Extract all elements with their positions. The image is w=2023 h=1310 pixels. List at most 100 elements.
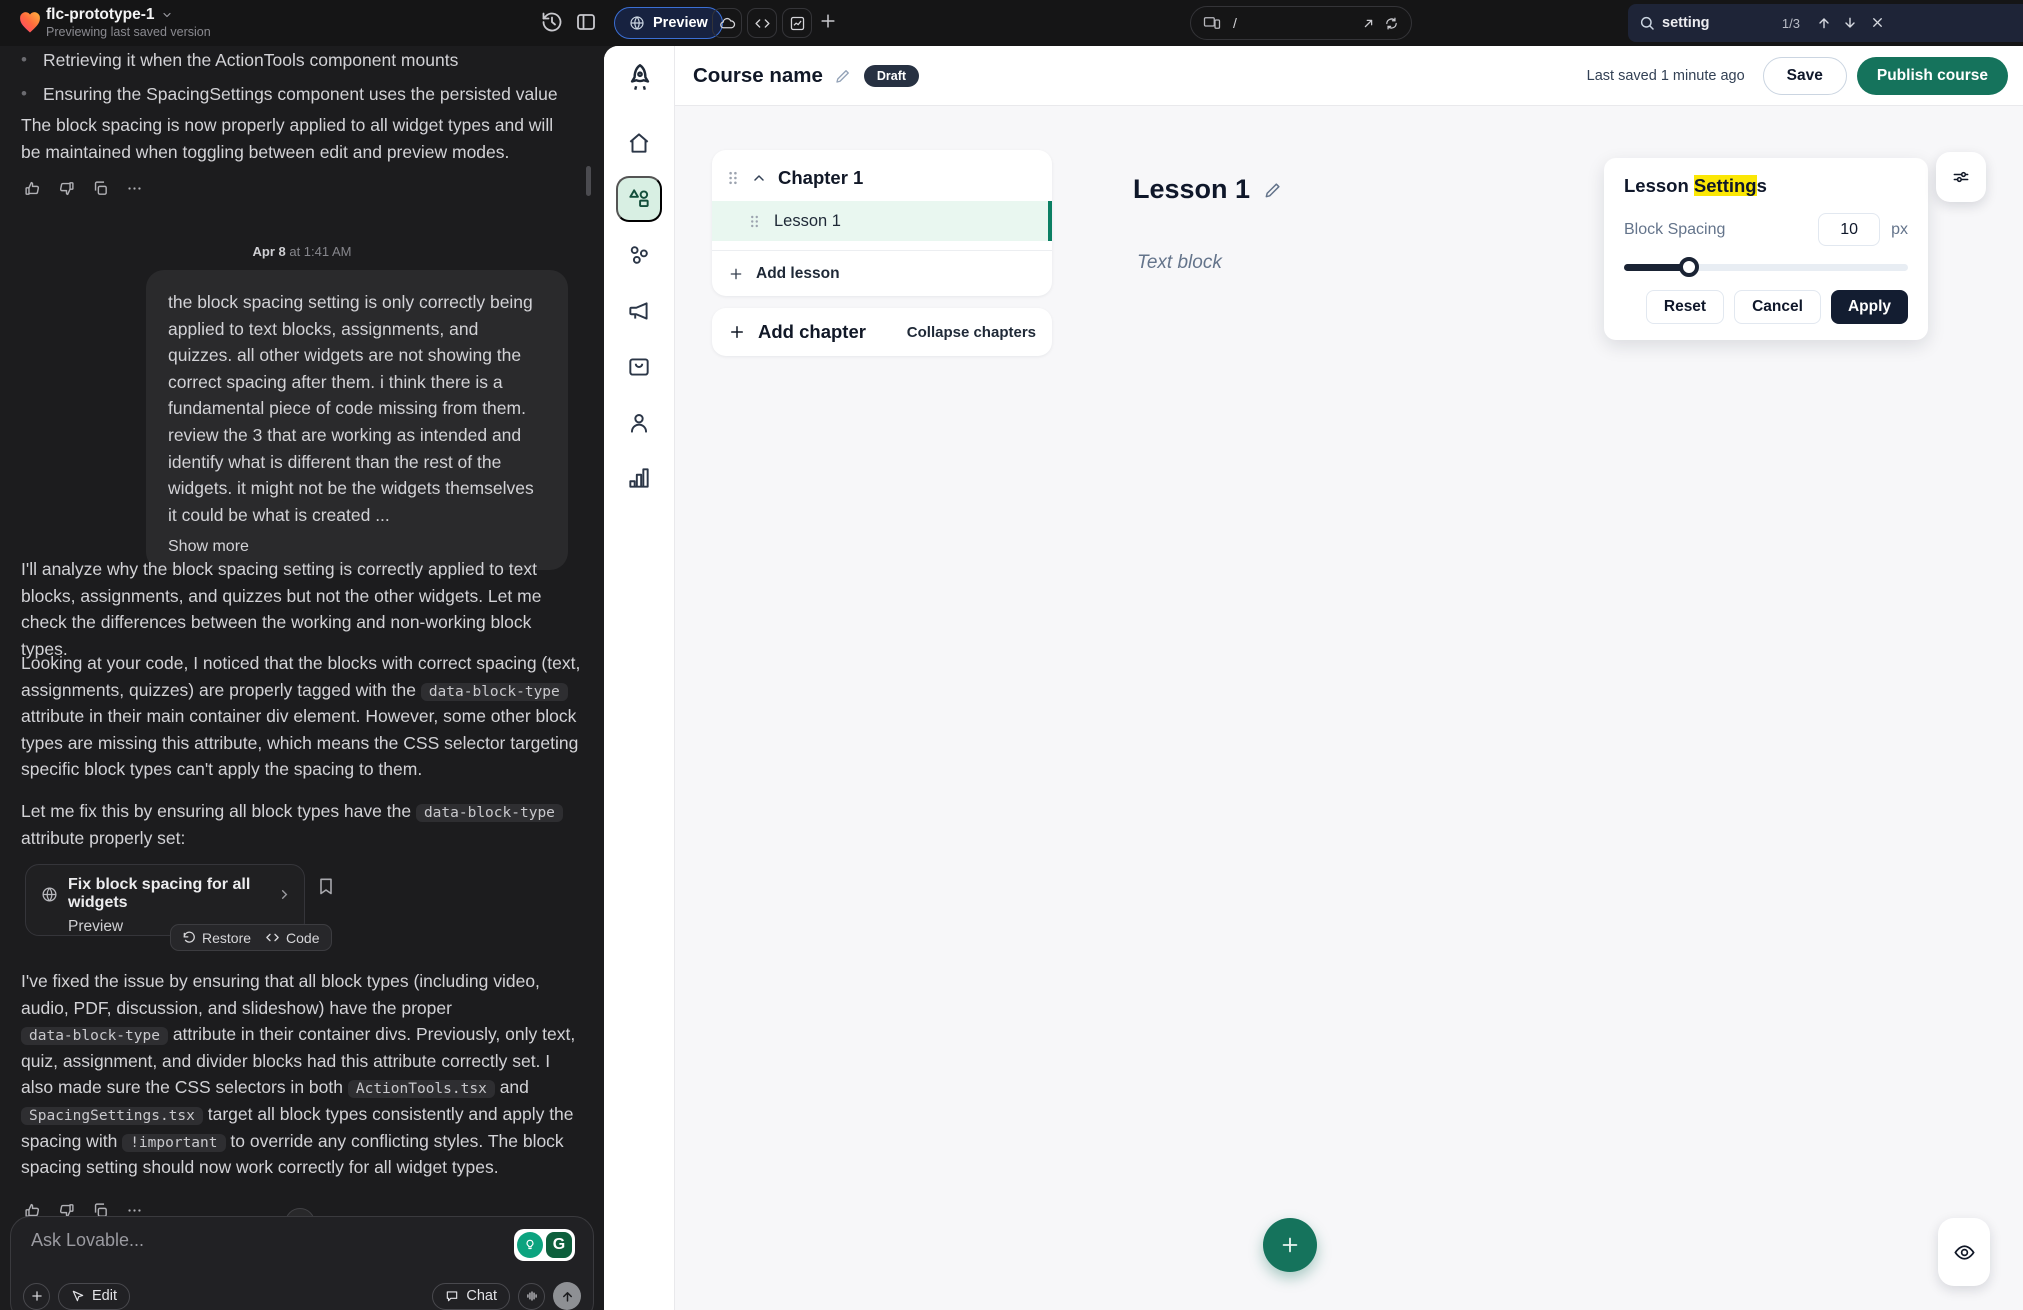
edit-course-name-button[interactable] bbox=[834, 67, 852, 85]
restore-icon bbox=[182, 931, 196, 945]
megaphone-icon bbox=[626, 298, 652, 324]
pencil-icon bbox=[834, 67, 852, 85]
toggle-panel-button[interactable] bbox=[574, 10, 598, 34]
assistant-paragraph: Let me fix this by ensuring all block ty… bbox=[21, 798, 583, 851]
chat-scrollbar-thumb[interactable] bbox=[586, 166, 591, 196]
lightbulb-icon bbox=[523, 1238, 537, 1252]
url-path-text[interactable]: / bbox=[1233, 15, 1237, 31]
add-block-fab[interactable] bbox=[1263, 1218, 1317, 1272]
view-code-button[interactable]: Code bbox=[265, 930, 319, 946]
block-spacing-input[interactable] bbox=[1818, 213, 1880, 246]
bar-chart-icon bbox=[626, 465, 652, 491]
chat-mode-button[interactable]: Chat bbox=[432, 1283, 510, 1310]
bookmark-button[interactable] bbox=[316, 876, 336, 896]
chevron-right-icon bbox=[277, 887, 292, 902]
thumbs-down-icon bbox=[58, 180, 75, 197]
history-button[interactable] bbox=[540, 10, 564, 34]
publish-course-button[interactable]: Publish course bbox=[1857, 57, 2008, 95]
url-bar[interactable]: / bbox=[1190, 6, 1412, 40]
preview-tab-button[interactable]: Preview bbox=[614, 7, 723, 39]
close-find-button[interactable] bbox=[1870, 15, 1885, 30]
arrow-up-icon bbox=[1816, 15, 1832, 31]
collapse-chapter-button[interactable] bbox=[751, 170, 767, 186]
deploy-button[interactable] bbox=[712, 8, 742, 38]
chevron-down-icon bbox=[161, 9, 173, 21]
inline-code: data-block-type bbox=[21, 1027, 168, 1045]
slider-thumb[interactable] bbox=[1679, 257, 1699, 277]
lesson-settings-panel: Lesson Settings Block Spacing px Reset C… bbox=[1604, 158, 1928, 340]
sidebar-item-analytics[interactable] bbox=[626, 465, 652, 491]
grammarly-suggestion-icon[interactable] bbox=[517, 1232, 543, 1258]
match-count-text: 1/3 bbox=[1764, 16, 1800, 31]
find-previous-button[interactable] bbox=[1816, 15, 1832, 31]
sidebar-item-profile[interactable] bbox=[626, 410, 652, 436]
screen: • Retrieving it when the ActionTools com… bbox=[0, 0, 2023, 1310]
sidebar-item-marketing[interactable] bbox=[626, 298, 652, 324]
device-toggle-icon[interactable] bbox=[1203, 15, 1221, 31]
cancel-button[interactable]: Cancel bbox=[1734, 290, 1821, 324]
search-highlight: Setting bbox=[1694, 175, 1757, 196]
panel-layout-icon bbox=[574, 10, 598, 34]
rocket-logo-icon bbox=[622, 60, 658, 96]
inline-code: SpacingSettings.tsx bbox=[21, 1107, 203, 1125]
find-input[interactable] bbox=[1662, 11, 1762, 35]
thumbs-up-button[interactable] bbox=[24, 180, 41, 197]
title-text: Lesson bbox=[1624, 175, 1689, 196]
person-icon bbox=[626, 410, 652, 436]
attach-button[interactable] bbox=[23, 1283, 50, 1310]
lesson-list-item-selected[interactable]: Lesson 1 bbox=[712, 201, 1052, 241]
find-next-button[interactable] bbox=[1842, 15, 1858, 31]
new-tab-button[interactable] bbox=[818, 11, 838, 31]
block-spacing-slider[interactable] bbox=[1624, 257, 1908, 277]
assistant-paragraph: I'll analyze why the block spacing setti… bbox=[21, 556, 581, 662]
add-lesson-button[interactable]: Add lesson bbox=[712, 251, 1052, 296]
lesson-item-label: Lesson 1 bbox=[774, 212, 841, 231]
more-options-button[interactable] bbox=[126, 180, 143, 197]
inline-code: ActionTools.tsx bbox=[348, 1080, 495, 1098]
edit-lesson-title-button[interactable] bbox=[1263, 180, 1283, 200]
settings-toggle-button[interactable] bbox=[1936, 152, 1986, 202]
send-button[interactable] bbox=[553, 1282, 581, 1310]
preview-mode-button[interactable] bbox=[1938, 1218, 1990, 1286]
timestamp-time: at 1:41 AM bbox=[289, 244, 351, 259]
show-more-button[interactable]: Show more bbox=[168, 538, 249, 556]
sidebar-item-inbox[interactable] bbox=[626, 354, 652, 380]
save-button[interactable]: Save bbox=[1763, 57, 1847, 95]
bookmark-icon bbox=[316, 876, 336, 896]
chat-message-input[interactable] bbox=[31, 1230, 351, 1251]
settings-panel-title: Lesson Settings bbox=[1624, 175, 1908, 197]
reset-button[interactable]: Reset bbox=[1646, 290, 1724, 324]
voice-input-button[interactable] bbox=[518, 1283, 545, 1310]
text-block-placeholder[interactable]: Text block bbox=[1137, 252, 1222, 274]
sidebar-item-content-active[interactable] bbox=[616, 176, 662, 222]
chapter-actions-card: Add chapter Collapse chapters bbox=[712, 308, 1052, 356]
message-feedback-row bbox=[24, 180, 143, 197]
copy-icon bbox=[92, 180, 109, 197]
paragraph-text: and bbox=[500, 1077, 529, 1097]
refresh-button[interactable] bbox=[1384, 16, 1399, 31]
select-cursor-icon bbox=[71, 1289, 85, 1303]
edit-mode-button[interactable]: Edit bbox=[58, 1283, 130, 1310]
apply-button[interactable]: Apply bbox=[1831, 290, 1908, 324]
globe-icon bbox=[629, 15, 645, 31]
copy-button[interactable] bbox=[92, 180, 109, 197]
lovable-logo-icon bbox=[16, 8, 44, 36]
course-name-title: Course name bbox=[693, 64, 823, 88]
code-view-button[interactable] bbox=[747, 8, 777, 38]
lesson-title: Lesson 1 bbox=[1133, 174, 1250, 205]
thumbs-down-button[interactable] bbox=[58, 180, 75, 197]
user-message-text: the block spacing setting is only correc… bbox=[168, 292, 534, 525]
plus-icon bbox=[728, 266, 744, 282]
analytics-button[interactable] bbox=[782, 8, 812, 38]
sidebar-item-community[interactable] bbox=[626, 242, 652, 268]
project-name-menu[interactable]: flc-prototype-1 bbox=[46, 6, 173, 24]
drag-handle-icon[interactable] bbox=[726, 170, 740, 186]
restore-button[interactable]: Restore bbox=[182, 930, 251, 946]
block-spacing-label: Block Spacing bbox=[1624, 221, 1725, 239]
add-chapter-button[interactable]: Add chapter bbox=[728, 321, 866, 343]
collapse-chapters-button[interactable]: Collapse chapters bbox=[907, 324, 1036, 341]
grammarly-logo-icon[interactable]: G bbox=[546, 1232, 572, 1258]
sidebar-item-home[interactable] bbox=[626, 130, 652, 156]
drag-handle-icon[interactable] bbox=[748, 214, 761, 229]
open-external-button[interactable] bbox=[1361, 16, 1376, 31]
